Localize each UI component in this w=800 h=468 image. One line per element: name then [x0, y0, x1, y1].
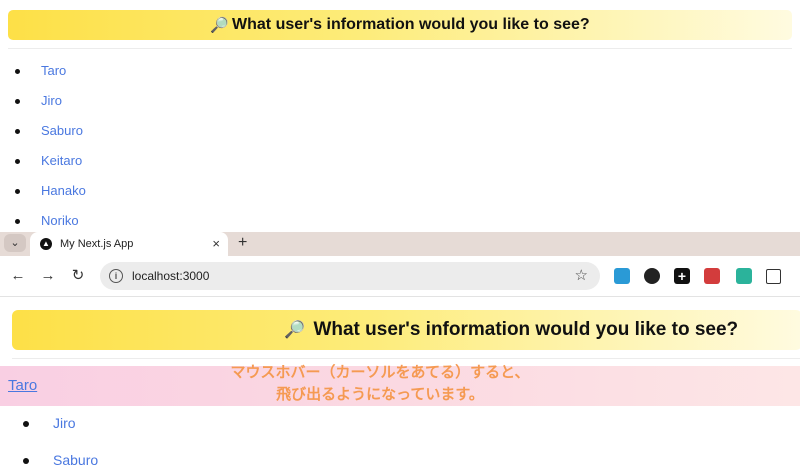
- address-bar[interactable]: i localhost:3000 ☆: [100, 262, 600, 290]
- annotation-line: マウスホバー（カーソルをあてる）すると、: [230, 364, 530, 381]
- user-link-hanako[interactable]: Hanako: [41, 183, 86, 198]
- list-item: Jiro: [0, 86, 86, 116]
- user-link-taro[interactable]: Taro: [8, 366, 37, 406]
- tab-title: My Next.js App: [60, 238, 134, 250]
- extension-icon-3[interactable]: +: [674, 268, 690, 284]
- info-icon[interactable]: i: [109, 269, 123, 283]
- star-icon[interactable]: ☆: [575, 262, 588, 290]
- user-link-jiro[interactable]: Jiro: [53, 415, 76, 431]
- page-heading-banner: 🔎 What user's information would you like…: [12, 310, 800, 350]
- new-tab-button[interactable]: +: [238, 232, 247, 254]
- page-heading-wrap: 🔎 What user's information would you like…: [284, 310, 738, 350]
- page-content: 🔎 What user's information would you like…: [0, 297, 800, 468]
- puzzle-icon[interactable]: [766, 269, 781, 284]
- user-link-keitaro[interactable]: Keitaro: [41, 153, 82, 168]
- annotation-line: 飛び出るようになっています。: [276, 386, 484, 403]
- top-panel: 🔎 What user's information would you like…: [0, 0, 800, 232]
- top-user-list: Taro Jiro Saburo Keitaro Hanako Noriko: [0, 56, 86, 232]
- browser-toolbar: ← → ↻ i localhost:3000 ☆ +: [0, 256, 800, 297]
- forward-arrow-icon[interactable]: →: [36, 264, 60, 288]
- reload-icon[interactable]: ↻: [66, 264, 90, 288]
- extension-icon-1[interactable]: [614, 268, 630, 284]
- list-item: Keitaro: [0, 146, 86, 176]
- tab-bar: ⌄ ▲ My Next.js App × +: [0, 232, 800, 256]
- list-item: Noriko: [0, 206, 86, 232]
- magnifying-glass-icon: 🔎: [210, 17, 230, 34]
- user-link-jiro[interactable]: Jiro: [41, 93, 62, 108]
- list-item: Jiro: [0, 408, 98, 445]
- extension-icon-2[interactable]: [644, 268, 660, 284]
- list-item: Hanako: [0, 176, 86, 206]
- list-item: Saburo: [0, 445, 98, 468]
- annotation-note: マウスホバー（カーソルをあてる）すると、 飛び出るようになっています。: [180, 362, 580, 406]
- tab-my-nextjs-app[interactable]: ▲ My Next.js App ×: [30, 232, 228, 256]
- page-heading: What user's information would you like t…: [313, 319, 739, 340]
- extension-icon-5[interactable]: [736, 268, 752, 284]
- nextjs-favicon-icon: ▲: [40, 238, 52, 250]
- extension-icon-4[interactable]: [704, 268, 720, 284]
- user-link-noriko[interactable]: Noriko: [41, 213, 79, 228]
- user-link-saburo[interactable]: Saburo: [41, 123, 83, 138]
- chevron-down-icon[interactable]: ⌄: [4, 234, 26, 252]
- magnifying-glass-icon: 🔎: [284, 320, 306, 339]
- list-item: Taro: [0, 56, 86, 86]
- url-text[interactable]: localhost:3000: [132, 262, 209, 290]
- back-arrow-icon[interactable]: ←: [6, 264, 30, 288]
- user-link-taro[interactable]: Taro: [41, 63, 66, 78]
- top-heading-banner: 🔎 What user's information would you like…: [8, 10, 792, 40]
- divider: [8, 48, 792, 49]
- user-link-saburo[interactable]: Saburo: [53, 452, 98, 468]
- page-user-list: Jiro Saburo: [0, 408, 98, 468]
- close-icon[interactable]: ×: [212, 232, 220, 256]
- top-heading: What user's information would you like t…: [232, 16, 590, 33]
- divider: [12, 358, 800, 359]
- list-item: Saburo: [0, 116, 86, 146]
